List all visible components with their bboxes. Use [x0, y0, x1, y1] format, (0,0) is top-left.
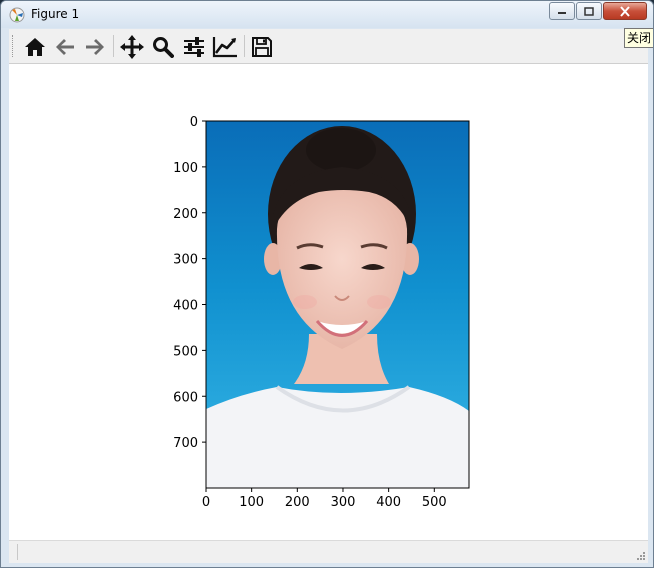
status-pane-divider	[17, 544, 18, 560]
minimize-icon	[558, 12, 566, 14]
configure-subplots-button[interactable]	[181, 34, 207, 60]
y-tick-label: 500	[173, 344, 198, 359]
pan-button[interactable]	[119, 34, 145, 60]
figure-window: Figure 1 关闭 0 100 200 300 400 500 0 100 …	[0, 0, 654, 568]
minimize-button[interactable]	[549, 2, 575, 20]
window-title: Figure 1	[31, 7, 80, 21]
edit-axis-icon	[212, 37, 237, 58]
toolbar-separator	[244, 35, 245, 57]
x-tick-label: 500	[422, 495, 447, 510]
y-tick-label: 100	[173, 161, 198, 176]
forward-button[interactable]	[82, 34, 108, 60]
navigation-toolbar	[9, 29, 648, 64]
close-button[interactable]	[603, 2, 647, 20]
title-bar[interactable]: Figure 1	[1, 1, 653, 28]
y-tick-label: 200	[173, 207, 198, 222]
toolbar-grip[interactable]	[12, 35, 16, 57]
figure-canvas[interactable]: 0 100 200 300 400 500 0 100 200 300 400 500 600 700	[9, 64, 648, 540]
y-tick-label: 0	[190, 115, 198, 130]
subplots-config-icon	[184, 37, 204, 57]
toolbar-separator	[113, 35, 114, 57]
zoom-icon	[153, 37, 174, 58]
save-icon	[252, 37, 272, 57]
window-client-area: 0 100 200 300 400 500 0 100 200 300 400 500 600 700	[9, 29, 648, 563]
matplotlib-app-icon	[9, 7, 25, 23]
resize-grip-icon[interactable]	[636, 551, 646, 561]
back-button[interactable]	[52, 34, 78, 60]
x-axis: 0 100 200 300 400 500	[202, 488, 447, 510]
forward-arrow-icon	[86, 39, 104, 55]
edit-axis-button[interactable]	[212, 34, 238, 60]
status-bar	[9, 540, 648, 563]
y-tick-label: 400	[173, 299, 198, 314]
close-icon	[620, 5, 630, 17]
y-axis: 0 100 200 300 400 500 600 700	[173, 115, 206, 451]
plot-area: 0 100 200 300 400 500 0 100 200 300 400 500 600 700	[173, 115, 470, 510]
zoom-button[interactable]	[150, 34, 176, 60]
x-tick-label: 200	[285, 495, 310, 510]
x-tick-label: 400	[376, 495, 401, 510]
y-tick-label: 600	[173, 390, 198, 405]
home-button[interactable]	[22, 34, 48, 60]
x-tick-label: 300	[331, 495, 356, 510]
y-tick-label: 700	[173, 436, 198, 451]
save-button[interactable]	[249, 34, 275, 60]
x-tick-label: 0	[202, 495, 210, 510]
portrait-image	[206, 121, 469, 488]
maximize-icon	[584, 6, 594, 16]
back-arrow-icon	[56, 39, 74, 55]
y-tick-label: 300	[173, 253, 198, 268]
maximize-button[interactable]	[576, 2, 602, 20]
home-icon	[25, 38, 45, 56]
pan-icon	[120, 35, 144, 59]
close-tooltip: 关闭	[624, 28, 653, 48]
x-tick-label: 100	[239, 495, 264, 510]
